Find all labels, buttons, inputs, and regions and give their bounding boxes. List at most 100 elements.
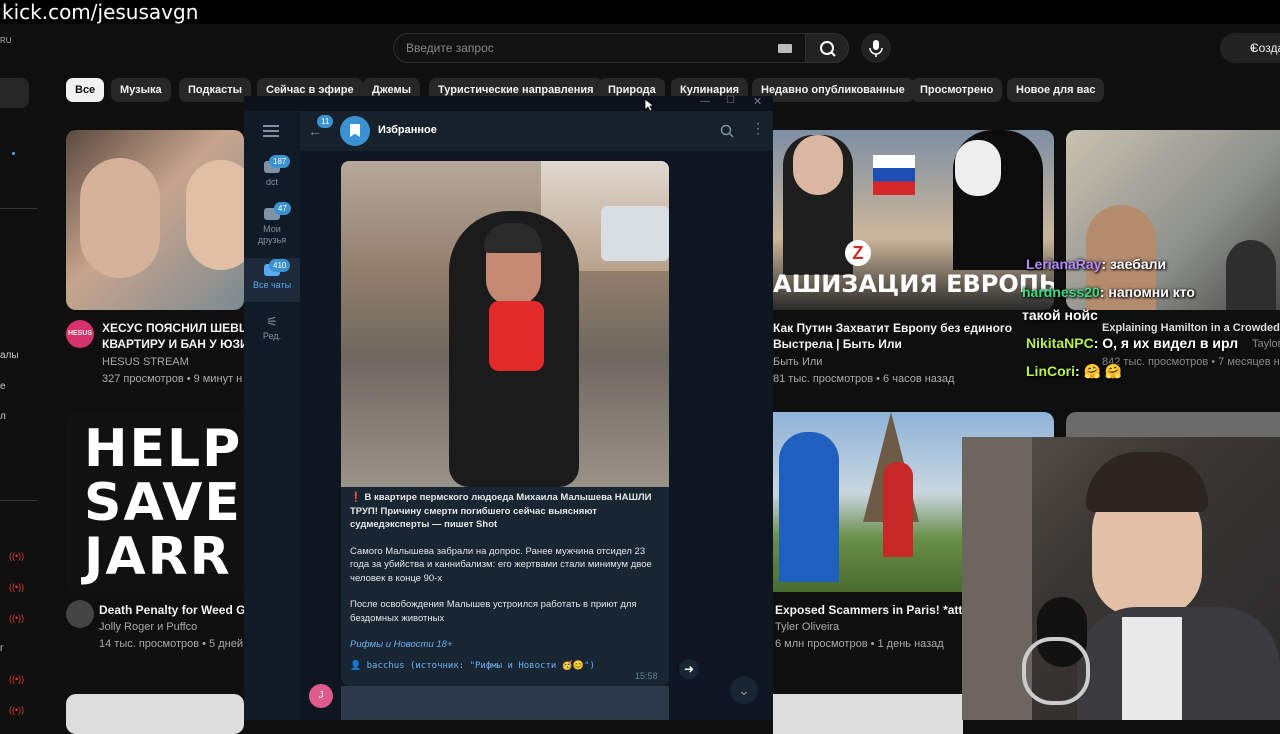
folder-all-chats[interactable]: 410 Все чаты	[244, 258, 300, 302]
nav-selected-item[interactable]	[0, 78, 29, 108]
nav-fragment-3[interactable]: л	[0, 411, 6, 422]
chip-recent[interactable]: Недавно опубликованные	[752, 78, 914, 102]
thumb-text: АШИЗАЦИЯ ЕВРОПЫ	[773, 270, 1054, 298]
folder-dct[interactable]: 187 dct	[244, 155, 300, 187]
region-label: RU	[0, 36, 12, 45]
unread-badge: 47	[274, 202, 291, 215]
channel-name[interactable]: Tyler Oliveira	[775, 621, 839, 633]
chat-message: LerianaRay: заебали	[1026, 256, 1166, 272]
video-title[interactable]: Explaining Hamilton in a Crowded	[1102, 320, 1280, 336]
thumb-text: HELP	[84, 419, 243, 479]
create-button[interactable]: + Созда	[1220, 33, 1280, 63]
channel-name[interactable]: HESUS STREAM	[102, 356, 189, 368]
channel-name[interactable]: Быть Или	[773, 356, 822, 368]
person-face	[186, 160, 244, 270]
channel-name[interactable]: Taylor	[1252, 338, 1280, 350]
create-button-label: Созда	[1250, 41, 1280, 55]
nav-dot	[12, 152, 15, 155]
menu-icon[interactable]	[263, 125, 279, 137]
person-figure	[1226, 240, 1276, 310]
chat-text: : напомни кто	[1099, 284, 1195, 300]
next-post-photo[interactable]	[341, 686, 669, 720]
video-meta: 842 тыс. просмотров • 7 месяцев на	[1102, 356, 1280, 368]
video-thumbnail[interactable]: HELP SAVE JARR	[66, 412, 244, 592]
minimize-icon[interactable]: —	[700, 96, 710, 107]
folder-edit[interactable]: ⚟ Ред.	[244, 315, 300, 342]
chip-all[interactable]: Все	[66, 78, 105, 102]
mouse-cursor-icon	[644, 98, 654, 112]
slovakia-flag	[873, 155, 915, 195]
chip-watched[interactable]: Просмотрено	[911, 78, 1003, 102]
chat-username: LerianaRay	[1026, 256, 1102, 272]
window-titlebar[interactable]: — ☐ ✕	[244, 95, 773, 111]
video-title[interactable]: Exposed Scammers in Paris! *attac	[775, 602, 965, 618]
post-time: 15:58	[635, 671, 658, 681]
close-icon[interactable]: ✕	[753, 95, 762, 108]
post-photo[interactable]	[341, 161, 669, 487]
telegram-window[interactable]: — ☐ ✕ 187 dct 47 Мои друзья 410 Все чаты…	[244, 95, 773, 720]
channel-avatar[interactable]	[66, 600, 94, 628]
search-button[interactable]	[805, 33, 849, 63]
video-thumbnail[interactable]	[773, 694, 963, 734]
unread-badge: 11	[317, 115, 334, 128]
video-thumbnail[interactable]	[66, 694, 244, 734]
saved-messages-avatar[interactable]	[340, 116, 370, 146]
live-icon: ((•))	[9, 582, 25, 592]
video-title[interactable]: ХЕСУС ПОЯСНИЛ ШЕВЦОВ	[102, 320, 244, 336]
video-thumbnail[interactable]	[66, 130, 244, 310]
thumb-text: SAVE	[84, 473, 242, 533]
chat-text: : О, я их видел в ирл	[1093, 335, 1239, 351]
chip-new-for-you[interactable]: Новое для вас	[1007, 78, 1105, 102]
keyboard-icon[interactable]	[778, 44, 792, 53]
folders-rail: 187 dct 47 Мои друзья 410 Все чаты ⚟ Ред…	[244, 111, 300, 720]
person-face	[793, 135, 843, 195]
video-title-line2[interactable]: Выстрела | Быть Или	[773, 336, 1013, 352]
chat-username: LinCori	[1026, 363, 1075, 379]
video-thumbnail[interactable]	[1066, 130, 1280, 310]
channel-avatar[interactable]: HESUS	[66, 320, 94, 348]
channel-name[interactable]: Jolly Roger и Puffco	[99, 621, 197, 633]
chip-podcasts[interactable]: Подкасты	[179, 78, 251, 102]
user-avatar[interactable]: J	[309, 684, 333, 708]
post-paragraph: Самого Малышева забрали на допрос. Ранее…	[350, 545, 652, 584]
chat-header: ← 11 Избранное ⋮	[300, 111, 773, 151]
unread-badge: 410	[269, 259, 291, 272]
chat-username: hardness20	[1022, 284, 1100, 300]
z-badge: Z	[845, 240, 871, 266]
car	[601, 206, 669, 261]
search-icon	[820, 41, 836, 57]
folder-label: Ред.	[262, 331, 282, 341]
stream-url-text: kick.com/jesusavgn	[2, 0, 199, 24]
video-meta: 81 тыс. просмотров • 6 часов назад	[773, 373, 955, 385]
post-paragraph: После освобождения Малышев устроился раб…	[350, 599, 637, 624]
post-source-link[interactable]: Рифмы и Новости 18+	[350, 638, 660, 652]
microphone-icon	[869, 40, 883, 57]
scroll-down-icon[interactable]: ⌄	[730, 676, 758, 704]
post-forward-info[interactable]: 👤 bacchus (источник: "Рифмы и Новости 🥳😊…	[350, 660, 660, 674]
chat-text: : заебали	[1101, 256, 1167, 272]
person-figure	[779, 432, 839, 582]
maximize-icon[interactable]: ☐	[726, 95, 735, 106]
search-placeholder: Введите запрос	[406, 41, 494, 55]
nav-fragment-4[interactable]: г	[0, 643, 4, 654]
unread-badge: 187	[269, 155, 291, 168]
search-input[interactable]: Введите запрос	[393, 33, 807, 63]
video-meta: 6 млн просмотров • 1 день назад	[775, 638, 944, 650]
more-icon[interactable]: ⋮	[751, 121, 765, 135]
video-title-line2[interactable]: КВАРТИРУ И БАН У ЮЗИ	[102, 336, 244, 352]
video-title[interactable]: Death Penalty for Weed Gu	[99, 602, 244, 618]
voice-search-button[interactable]	[861, 33, 891, 63]
search-icon[interactable]	[720, 124, 734, 138]
chip-music[interactable]: Музыка	[111, 78, 171, 102]
red-shirt	[489, 301, 544, 371]
video-thumbnail[interactable]: Z АШИЗАЦИЯ ЕВРОПЫ	[773, 130, 1054, 310]
person-face	[80, 158, 160, 278]
share-icon[interactable]: ➜	[679, 659, 699, 679]
nav-fragment-1[interactable]: алы	[0, 350, 19, 361]
folder-my-friends[interactable]: 47 Мои друзья	[244, 202, 300, 246]
person-figure	[883, 462, 913, 557]
message-post[interactable]: ❗ В квартире пермского людоеда Михаила М…	[341, 161, 669, 686]
nav-fragment-2[interactable]: е	[0, 381, 6, 392]
folder-label: Мои друзья	[257, 224, 287, 245]
video-title[interactable]: Как Путин Захватит Европу без единого	[773, 320, 1013, 336]
